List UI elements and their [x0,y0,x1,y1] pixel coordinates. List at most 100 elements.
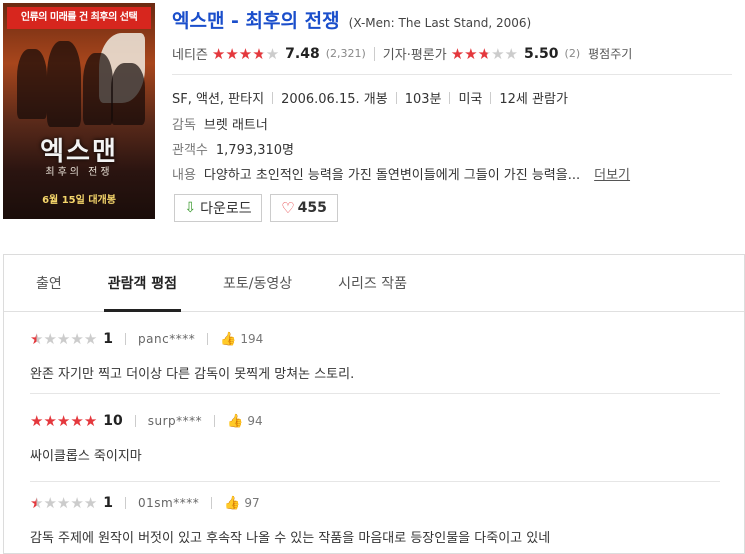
tab-cast[interactable]: 출연 [36,255,62,311]
info-audience: 관객수 1,793,310명 [172,139,294,158]
star-icon: ★ [450,44,465,63]
netizen-count: (2,321) [325,47,366,60]
review-text: 감독 주제에 원작이 버젓이 있고 후속작 나올 수 있는 작품을 마음대로 등… [30,531,551,546]
title-english: (X-Men: The Last Stand, 2006) [348,16,532,30]
tab-audience-reviews[interactable]: 관람객 평점 [103,255,182,312]
review-user[interactable]: panc**** [138,332,195,346]
review-item: ★★★★★ 1 panc**** 👍 194 완존 자기만 찍고 더이상 다른 … [30,329,720,394]
thumbs-up-icon[interactable]: 👍 [220,332,236,347]
star-icon: ★ [83,330,98,348]
review-item: ★★★★★ 1 01sm**** 👍 97 감독 주제에 원작이 버젓이 있고 … [30,493,720,546]
download-button[interactable]: ⇩ 다운로드 [174,194,262,222]
star-icon: ★ [56,330,71,348]
star-icon: ★ [30,494,44,512]
divider [30,393,720,394]
star-icon: ★ [30,330,44,348]
divider [125,497,127,509]
info-director: 감독 브렛 래트너 [172,114,268,133]
review-score: 1 [103,495,114,511]
plot-text: 다양하고 초인적인 능력을 가진 돌연변이들에게 그들이 가진 능력을... [203,168,581,183]
divider [395,92,397,104]
divider [207,333,209,345]
plot-label: 내용 [172,168,196,183]
divider [272,92,274,104]
star-icon: ★ [477,44,492,63]
star-icon: ★ [504,44,518,63]
download-icon: ⇩ [184,200,197,216]
movie-poster[interactable]: 인류의 미래를 건 최후의 선택 엑스맨 최후의 전쟁 6월 15일 대개봉 [3,3,155,219]
star-icon: ★ [225,44,239,63]
review-user[interactable]: surp**** [148,414,202,428]
review-score: 1 [103,331,114,347]
director-label: 감독 [172,118,196,133]
review-score: 10 [103,413,123,429]
divider [134,415,136,427]
review-item: ★★★★★ 10 surp**** 👍 94 싸이클롭스 죽이지마 [30,411,720,482]
rating-row: 네티즌 ★★★★★ 7.48 (2,321) 기자·평론가 ★★★★★ 5.50… [172,44,632,64]
tab-photo-video[interactable]: 포토/동영상 [223,255,292,311]
poster-tagline: 인류의 미래를 건 최후의 선택 [7,7,151,29]
star-icon: ★ [56,412,71,430]
country: 미국 [458,92,483,107]
star-icon: ★ [43,330,57,348]
review-panel: 출연 관람객 평점 포토/동영상 시리즈 작품 ★★★★★ 1 panc****… [3,254,745,554]
review-text: 완존 자기만 찍고 더이상 다른 감독이 못찍게 망쳐논 스토리. [30,367,355,382]
critic-score: 5.50 [523,45,559,62]
divider [373,46,375,61]
star-icon: ★ [211,44,226,63]
movie-title: 엑스맨 - 최후의 전쟁 (X-Men: The Last Stand, 200… [172,6,531,33]
star-icon: ★ [464,44,478,63]
audience-label: 관객수 [172,143,208,158]
runtime: 103분 [404,92,442,107]
divider [30,481,720,482]
poster-figure [17,49,47,119]
review-text: 싸이클롭스 죽이지마 [30,449,142,464]
divider [172,74,732,75]
genre: SF, 액션, 판타지 [172,92,265,107]
thumbs-up-icon[interactable]: 👍 [227,414,243,429]
critic-label: 기자·평론가 [382,48,447,63]
divider [490,92,492,104]
star-icon: ★ [70,494,84,512]
star-icon: ★ [56,494,71,512]
star-icon: ★ [43,494,57,512]
star-icon: ★ [70,330,84,348]
like-button[interactable]: ♡ 455 [270,194,338,222]
review-user[interactable]: 01sm**** [138,496,199,510]
critic-count: (2) [564,47,581,60]
review-likes: 94 [247,414,263,428]
review-stars: ★★★★★ [30,412,97,430]
audience-count: 1,793,310명 [215,143,295,158]
poster-figure [47,41,81,127]
rate-button[interactable]: 평점주기 [588,45,632,62]
star-icon: ★ [70,412,84,430]
review-likes: 97 [244,496,260,510]
critic-stars: ★★★★★ [451,45,518,63]
review-stars: ★★★★★ [30,494,97,512]
star-icon: ★ [83,494,98,512]
star-icon: ★ [238,44,253,63]
review-likes: 194 [240,332,264,346]
age-rating: 12세 관람가 [499,92,568,107]
poster-release: 6월 15일 대개봉 [42,195,116,206]
info-plot: 내용 다양하고 초인적인 능력을 가진 돌연변이들에게 그들이 가진 능력을...… [172,164,630,183]
poster-figure [111,63,145,125]
poster-subtitle: 최후의 전쟁 [45,167,113,178]
star-icon: ★ [83,412,98,430]
star-icon: ★ [252,44,266,63]
director-name[interactable]: 브렛 래트너 [204,118,268,133]
more-link[interactable]: 더보기 [594,168,630,183]
like-count: 455 [297,200,327,216]
divider [211,497,213,509]
thumbs-up-icon[interactable]: 👍 [224,496,240,511]
divider [214,415,216,427]
divider [449,92,451,104]
star-icon: ★ [265,44,280,63]
divider [125,333,127,345]
review-stars: ★★★★★ [30,330,97,348]
release-date: 2006.06.15. 개봉 [281,92,388,107]
title-korean[interactable]: 엑스맨 - 최후의 전쟁 [172,10,340,32]
star-icon: ★ [491,44,505,63]
tab-series[interactable]: 시리즈 작품 [338,255,407,311]
netizen-stars: ★★★★★ [212,45,279,63]
